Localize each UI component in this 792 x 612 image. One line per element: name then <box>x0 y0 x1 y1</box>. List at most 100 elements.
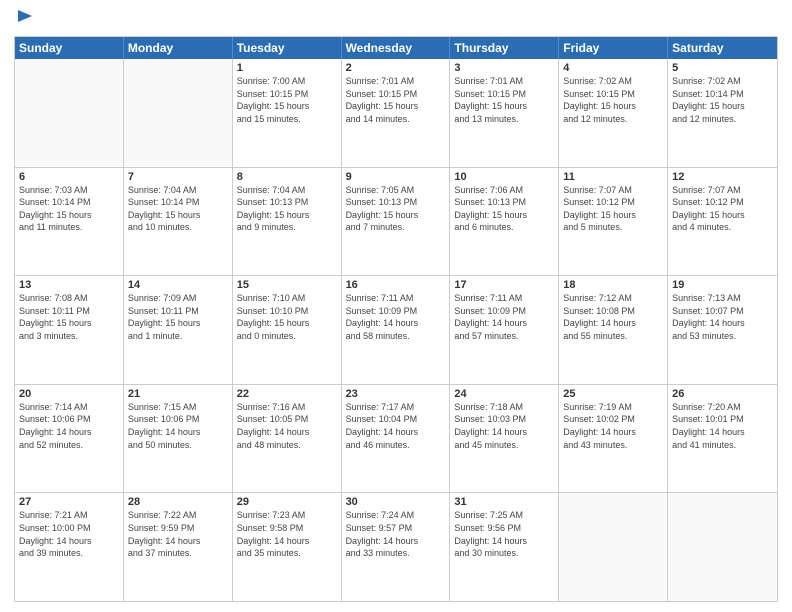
cell-line: Sunrise: 7:24 AM <box>346 509 446 522</box>
cell-line: Daylight: 14 hours <box>237 535 337 548</box>
day-number: 15 <box>237 279 337 291</box>
cell-line: and 14 minutes. <box>346 113 446 126</box>
cell-line: Sunset: 10:00 PM <box>19 522 119 535</box>
cell-line: and 12 minutes. <box>672 113 773 126</box>
cell-line: and 9 minutes. <box>237 221 337 234</box>
cell-line: Sunrise: 7:18 AM <box>454 401 554 414</box>
day-number: 27 <box>19 496 119 508</box>
cell-line: Sunrise: 7:20 AM <box>672 401 773 414</box>
cell-line: Sunset: 9:56 PM <box>454 522 554 535</box>
weekday-header: Saturday <box>668 37 777 59</box>
cell-line: Sunrise: 7:25 AM <box>454 509 554 522</box>
cell-line: Sunrise: 7:04 AM <box>128 184 228 197</box>
cell-line: and 30 minutes. <box>454 547 554 560</box>
cell-line: Daylight: 14 hours <box>128 426 228 439</box>
calendar-cell <box>15 59 124 167</box>
calendar-cell: 22Sunrise: 7:16 AMSunset: 10:05 PMDaylig… <box>233 385 342 493</box>
cell-line: Sunset: 10:12 PM <box>563 196 663 209</box>
cell-line: Sunset: 10:15 PM <box>237 88 337 101</box>
cell-line: Sunset: 10:14 PM <box>672 88 773 101</box>
day-number: 1 <box>237 62 337 74</box>
day-number: 12 <box>672 171 773 183</box>
cell-line: Sunset: 9:59 PM <box>128 522 228 535</box>
cell-line: Sunset: 10:02 PM <box>563 413 663 426</box>
cell-line: Sunrise: 7:07 AM <box>672 184 773 197</box>
day-number: 4 <box>563 62 663 74</box>
day-number: 28 <box>128 496 228 508</box>
cell-line: Sunset: 10:06 PM <box>128 413 228 426</box>
cell-line: Sunrise: 7:04 AM <box>237 184 337 197</box>
calendar-cell: 11Sunrise: 7:07 AMSunset: 10:12 PMDaylig… <box>559 168 668 276</box>
cell-line: and 13 minutes. <box>454 113 554 126</box>
cell-line: and 4 minutes. <box>672 221 773 234</box>
calendar-cell: 23Sunrise: 7:17 AMSunset: 10:04 PMDaylig… <box>342 385 451 493</box>
weekday-header: Thursday <box>450 37 559 59</box>
day-number: 2 <box>346 62 446 74</box>
cell-line: and 58 minutes. <box>346 330 446 343</box>
cell-line: Sunrise: 7:19 AM <box>563 401 663 414</box>
cell-line: Sunrise: 7:08 AM <box>19 292 119 305</box>
weekday-header: Monday <box>124 37 233 59</box>
day-number: 24 <box>454 388 554 400</box>
cell-line: Sunset: 10:11 PM <box>128 305 228 318</box>
day-number: 14 <box>128 279 228 291</box>
cell-line: and 7 minutes. <box>346 221 446 234</box>
cell-line: Sunrise: 7:22 AM <box>128 509 228 522</box>
cell-line: Sunrise: 7:06 AM <box>454 184 554 197</box>
cell-line: and 11 minutes. <box>19 221 119 234</box>
calendar-cell: 1Sunrise: 7:00 AMSunset: 10:15 PMDayligh… <box>233 59 342 167</box>
day-number: 8 <box>237 171 337 183</box>
cell-line: Daylight: 15 hours <box>237 100 337 113</box>
weekday-header: Tuesday <box>233 37 342 59</box>
cell-line: Sunset: 10:08 PM <box>563 305 663 318</box>
day-number: 3 <box>454 62 554 74</box>
day-number: 21 <box>128 388 228 400</box>
cell-line: Daylight: 14 hours <box>346 426 446 439</box>
cell-line: and 5 minutes. <box>563 221 663 234</box>
cell-line: Sunrise: 7:11 AM <box>346 292 446 305</box>
cell-line: Daylight: 15 hours <box>346 209 446 222</box>
calendar: SundayMondayTuesdayWednesdayThursdayFrid… <box>14 36 778 602</box>
cell-line: Daylight: 14 hours <box>563 317 663 330</box>
cell-line: Sunrise: 7:17 AM <box>346 401 446 414</box>
cell-line: Daylight: 14 hours <box>454 317 554 330</box>
calendar-cell: 14Sunrise: 7:09 AMSunset: 10:11 PMDaylig… <box>124 276 233 384</box>
cell-line: Daylight: 15 hours <box>672 209 773 222</box>
cell-line: Daylight: 15 hours <box>128 209 228 222</box>
calendar-row: 6Sunrise: 7:03 AMSunset: 10:14 PMDayligh… <box>15 167 777 276</box>
calendar-cell <box>124 59 233 167</box>
cell-line: Daylight: 15 hours <box>346 100 446 113</box>
calendar-cell: 28Sunrise: 7:22 AMSunset: 9:59 PMDayligh… <box>124 493 233 601</box>
day-number: 5 <box>672 62 773 74</box>
cell-line: Sunrise: 7:21 AM <box>19 509 119 522</box>
cell-line: Daylight: 14 hours <box>19 535 119 548</box>
calendar-row: 27Sunrise: 7:21 AMSunset: 10:00 PMDaylig… <box>15 492 777 601</box>
cell-line: and 1 minute. <box>128 330 228 343</box>
day-number: 23 <box>346 388 446 400</box>
calendar-cell: 30Sunrise: 7:24 AMSunset: 9:57 PMDayligh… <box>342 493 451 601</box>
cell-line: Sunrise: 7:02 AM <box>563 75 663 88</box>
cell-line: Sunset: 10:01 PM <box>672 413 773 426</box>
cell-line: Daylight: 14 hours <box>672 317 773 330</box>
cell-line: Daylight: 15 hours <box>563 100 663 113</box>
cell-line: and 39 minutes. <box>19 547 119 560</box>
cell-line: and 6 minutes. <box>454 221 554 234</box>
cell-line: and 46 minutes. <box>346 439 446 452</box>
calendar-cell: 29Sunrise: 7:23 AMSunset: 9:58 PMDayligh… <box>233 493 342 601</box>
cell-line: Sunrise: 7:16 AM <box>237 401 337 414</box>
cell-line: Sunset: 9:58 PM <box>237 522 337 535</box>
cell-line: Sunrise: 7:07 AM <box>563 184 663 197</box>
cell-line: Sunrise: 7:13 AM <box>672 292 773 305</box>
day-number: 17 <box>454 279 554 291</box>
calendar-cell: 5Sunrise: 7:02 AMSunset: 10:14 PMDayligh… <box>668 59 777 167</box>
header <box>14 10 778 30</box>
cell-line: Sunrise: 7:10 AM <box>237 292 337 305</box>
calendar-cell: 24Sunrise: 7:18 AMSunset: 10:03 PMDaylig… <box>450 385 559 493</box>
calendar-cell: 9Sunrise: 7:05 AMSunset: 10:13 PMDayligh… <box>342 168 451 276</box>
day-number: 7 <box>128 171 228 183</box>
cell-line: and 0 minutes. <box>237 330 337 343</box>
cell-line: Sunset: 10:13 PM <box>346 196 446 209</box>
cell-line: and 48 minutes. <box>237 439 337 452</box>
cell-line: Daylight: 15 hours <box>237 209 337 222</box>
cell-line: Sunset: 10:11 PM <box>19 305 119 318</box>
